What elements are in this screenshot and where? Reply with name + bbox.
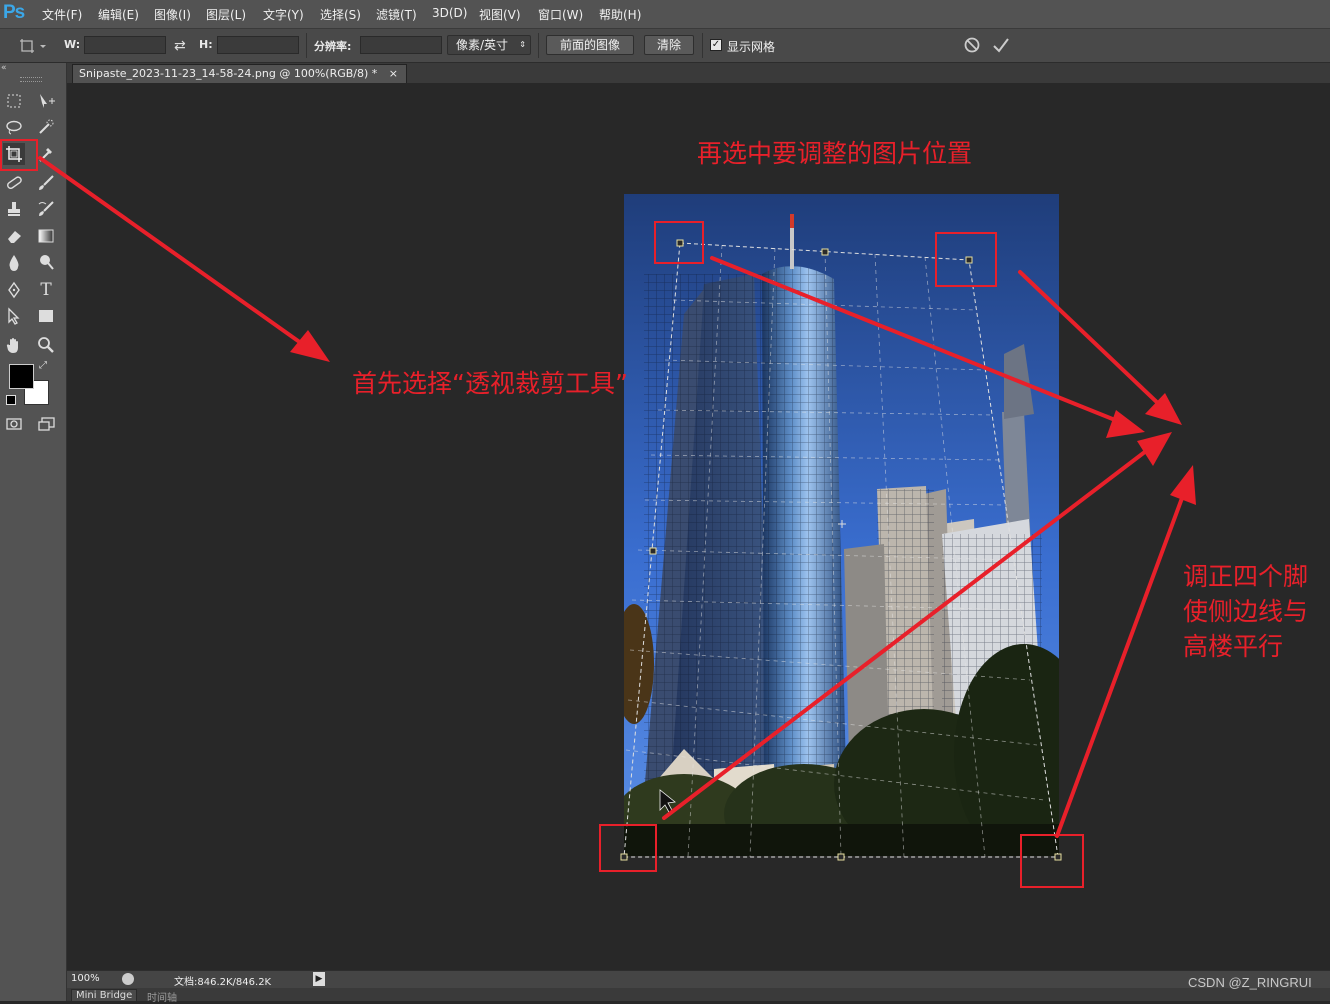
photoshop-logo: Ps xyxy=(3,2,25,23)
commit-icon[interactable] xyxy=(992,36,1010,58)
bottom-panel-tabs: Mini Bridge 时间轴 xyxy=(67,988,1330,1004)
corner-highlight-box-top-left xyxy=(654,221,704,264)
tool-preset-icon[interactable] xyxy=(18,37,46,59)
status-info-icon[interactable] xyxy=(122,973,134,985)
height-input[interactable] xyxy=(217,36,299,54)
resolution-input[interactable] xyxy=(360,36,442,54)
menu-select[interactable]: 选择(S) xyxy=(320,6,361,23)
toolbox-grip[interactable] xyxy=(20,77,42,82)
document-tab[interactable]: Snipaste_2023-11-23_14-58-24.png @ 100%(… xyxy=(72,64,407,83)
menu-3d[interactable]: 3D(D) xyxy=(432,6,467,20)
type-icon[interactable]: T xyxy=(35,279,57,301)
screen-mode-icon[interactable] xyxy=(35,413,57,435)
menu-layer[interactable]: 图层(L) xyxy=(206,6,246,23)
eyedropper-icon[interactable] xyxy=(35,143,57,165)
rectangle-shape-icon[interactable] xyxy=(35,305,57,327)
swap-icon[interactable]: ⇄ xyxy=(174,38,186,54)
tab-timeline[interactable]: 时间轴 xyxy=(147,989,177,1004)
annotation-select-tool: 首先选择“透视裁剪工具” xyxy=(352,369,628,398)
toolbox-collapse-icon[interactable]: « xyxy=(1,63,7,73)
quick-mask-icon[interactable] xyxy=(3,413,25,435)
width-label: W: xyxy=(64,38,81,51)
corner-highlight-box-bottom-right xyxy=(1020,834,1084,888)
resolution-label: 分辨率: xyxy=(314,40,352,53)
pen-icon[interactable] xyxy=(3,279,25,301)
close-tab-icon[interactable]: × xyxy=(389,67,398,80)
divider xyxy=(702,33,703,58)
show-grid-checkbox[interactable]: ✓ xyxy=(710,39,722,51)
menu-edit[interactable]: 编辑(E) xyxy=(98,6,139,23)
zoom-icon[interactable] xyxy=(35,334,57,356)
swap-colors-icon[interactable]: ⤢ xyxy=(39,360,47,371)
rect-marquee-icon[interactable] xyxy=(3,90,25,112)
blur-icon[interactable] xyxy=(3,251,25,273)
watermark: CSDN @Z_RINGRUI xyxy=(1188,975,1312,990)
toolbox: « T ⤢ xyxy=(0,63,67,1001)
building-photo xyxy=(624,194,1059,856)
default-colors-icon[interactable] xyxy=(6,395,16,405)
front-image-button[interactable]: 前面的图像 xyxy=(546,35,634,55)
eraser-icon[interactable] xyxy=(3,225,25,247)
resolution-unit-select[interactable]: 像素/英寸 ⇕ xyxy=(447,35,531,55)
document-tab-title: Snipaste_2023-11-23_14-58-24.png @ 100%(… xyxy=(79,67,378,80)
menu-image[interactable]: 图像(I) xyxy=(154,6,191,23)
menu-type[interactable]: 文字(Y) xyxy=(263,6,304,23)
status-bar: 100% 文档:846.2K/846.2K ▶ xyxy=(67,970,1330,988)
corner-highlight-box-top-right xyxy=(935,232,997,287)
foreground-color-swatch[interactable] xyxy=(9,364,34,389)
cancel-icon[interactable] xyxy=(963,36,981,58)
lasso-icon[interactable] xyxy=(3,116,25,138)
select-arrows-icon: ⇕ xyxy=(519,40,526,49)
annotation-select-area: 再选中要调整的图片位置 xyxy=(697,139,973,168)
annotation-adjust-line3: 高楼平行 xyxy=(1183,632,1284,661)
gradient-icon[interactable] xyxy=(35,225,57,247)
document-size-info: 文档:846.2K/846.2K xyxy=(174,977,272,988)
menu-window[interactable]: 窗口(W) xyxy=(538,6,583,23)
document-tab-bar: Snipaste_2023-11-23_14-58-24.png @ 100%(… xyxy=(67,63,1330,83)
dodge-icon[interactable] xyxy=(35,251,57,273)
brush-icon[interactable] xyxy=(35,172,57,194)
menu-bar: Ps 文件(F) 编辑(E) 图像(I) 图层(L) 文字(Y) 选择(S) 滤… xyxy=(0,0,1330,29)
show-grid-label: 显示网格 xyxy=(727,40,776,54)
healing-brush-icon[interactable] xyxy=(3,172,25,194)
hand-icon[interactable] xyxy=(3,334,25,356)
width-input[interactable] xyxy=(84,36,166,54)
move-icon[interactable] xyxy=(35,90,57,112)
annotation-adjust-line1: 调正四个脚 xyxy=(1183,562,1309,591)
divider xyxy=(538,33,539,58)
clear-button[interactable]: 清除 xyxy=(644,35,694,55)
zoom-level[interactable]: 100% xyxy=(71,973,100,984)
menu-help[interactable]: 帮助(H) xyxy=(599,6,641,23)
menu-file[interactable]: 文件(F) xyxy=(42,6,82,23)
status-menu-arrow-icon[interactable]: ▶ xyxy=(313,972,325,986)
annotation-adjust-line2: 使侧边线与 xyxy=(1183,597,1309,626)
clone-stamp-icon[interactable] xyxy=(3,198,25,220)
resolution-unit-value: 像素/英寸 xyxy=(456,38,509,52)
path-select-icon[interactable] xyxy=(3,305,25,327)
quick-select-icon[interactable] xyxy=(35,116,57,138)
menu-filter[interactable]: 滤镜(T) xyxy=(376,6,417,23)
tool-highlight-box xyxy=(0,139,38,171)
menu-view[interactable]: 视图(V) xyxy=(479,6,521,23)
divider xyxy=(306,33,307,58)
history-brush-icon[interactable] xyxy=(35,198,57,220)
tab-mini-bridge[interactable]: Mini Bridge xyxy=(71,989,138,1001)
options-bar: W: ⇄ H: 分辨率: 像素/英寸 ⇕ 前面的图像 清除 ✓ 显示网格 xyxy=(0,29,1330,63)
corner-highlight-box-bottom-left xyxy=(599,824,657,872)
document-image[interactable] xyxy=(624,194,1059,856)
height-label: H: xyxy=(199,38,213,51)
